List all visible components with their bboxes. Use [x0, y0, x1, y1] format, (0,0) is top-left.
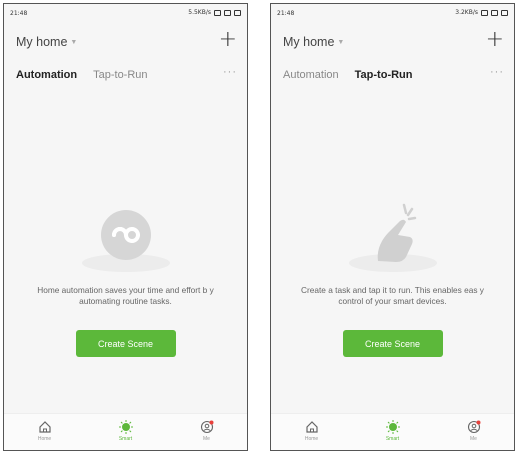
bottom-nav: Home Smart Me: [4, 413, 247, 450]
tab-automation[interactable]: Automation: [283, 69, 339, 81]
empty-state-description: Home automation saves your time and effo…: [37, 285, 214, 306]
nav-smart-label: Smart: [385, 436, 400, 442]
nav-me[interactable]: Me: [454, 420, 494, 442]
nav-me-label: Me: [203, 436, 210, 442]
home-icon: [305, 421, 318, 433]
network-speed: 5.5KB/s: [188, 9, 211, 16]
empty-state-description: Create a task and tap it to run. This en…: [301, 285, 484, 306]
create-scene-button[interactable]: Create Scene: [75, 330, 176, 357]
caret-down-icon: ▼: [70, 38, 78, 46]
status-bar: 21:48 5.5KB/s: [4, 4, 247, 20]
tab-automation[interactable]: Automation: [16, 69, 77, 81]
nav-home[interactable]: Home: [25, 420, 65, 442]
nav-smart[interactable]: Smart: [106, 420, 146, 442]
create-scene-button[interactable]: Create Scene: [342, 330, 443, 357]
home-selector[interactable]: My home ▼: [283, 35, 344, 49]
nav-me[interactable]: Me: [187, 420, 227, 442]
bottom-nav: Home Smart Me: [271, 413, 514, 450]
me-icon: [200, 420, 213, 434]
home-selector[interactable]: My home ▼: [16, 35, 77, 49]
caret-down-icon: ▼: [337, 38, 345, 46]
automation-illustration: [81, 191, 171, 281]
tab-bar: Automation Tap-to-Run: [283, 69, 413, 81]
nav-me-label: Me: [470, 436, 477, 442]
me-icon: [467, 420, 480, 434]
home-icon: [38, 421, 51, 433]
smart-sun-icon: [385, 420, 400, 434]
nav-smart[interactable]: Smart: [373, 420, 413, 442]
screen-tap-to-run: 21:48 3.2KB/s My home ▼ + Automation Tap…: [270, 3, 515, 451]
screen-automation: 21:48 5.5KB/s My home ▼ + Automation Tap…: [3, 3, 248, 451]
nav-home-label: Home: [304, 436, 319, 442]
battery-icon: [501, 9, 508, 16]
more-icon[interactable]: ···: [490, 66, 504, 78]
wifi-icon: [224, 9, 231, 16]
home-title: My home: [283, 35, 335, 49]
home-title: My home: [16, 35, 68, 49]
tab-tap-to-run[interactable]: Tap-to-Run: [93, 69, 147, 81]
more-icon[interactable]: ···: [223, 66, 237, 78]
status-time: 21:48: [277, 10, 295, 17]
nav-home-label: Home: [37, 436, 52, 442]
status-icons: 5.5KB/s: [188, 9, 241, 16]
tap-to-run-illustration: [348, 191, 438, 281]
status-bar: 21:48 3.2KB/s: [271, 4, 514, 20]
add-button[interactable]: +: [486, 29, 504, 51]
battery-icon: [234, 9, 241, 16]
tab-tap-to-run[interactable]: Tap-to-Run: [355, 69, 413, 81]
signal-icon: [214, 9, 221, 16]
signal-icon: [481, 9, 488, 16]
nav-smart-label: Smart: [118, 436, 133, 442]
wifi-icon: [491, 9, 498, 16]
tab-bar: Automation Tap-to-Run: [16, 69, 148, 81]
nav-home[interactable]: Home: [292, 420, 332, 442]
status-time: 21:48: [10, 10, 28, 17]
status-icons: 3.2KB/s: [455, 9, 508, 16]
add-button[interactable]: +: [219, 29, 237, 51]
network-speed: 3.2KB/s: [455, 9, 478, 16]
smart-sun-icon: [118, 420, 133, 434]
